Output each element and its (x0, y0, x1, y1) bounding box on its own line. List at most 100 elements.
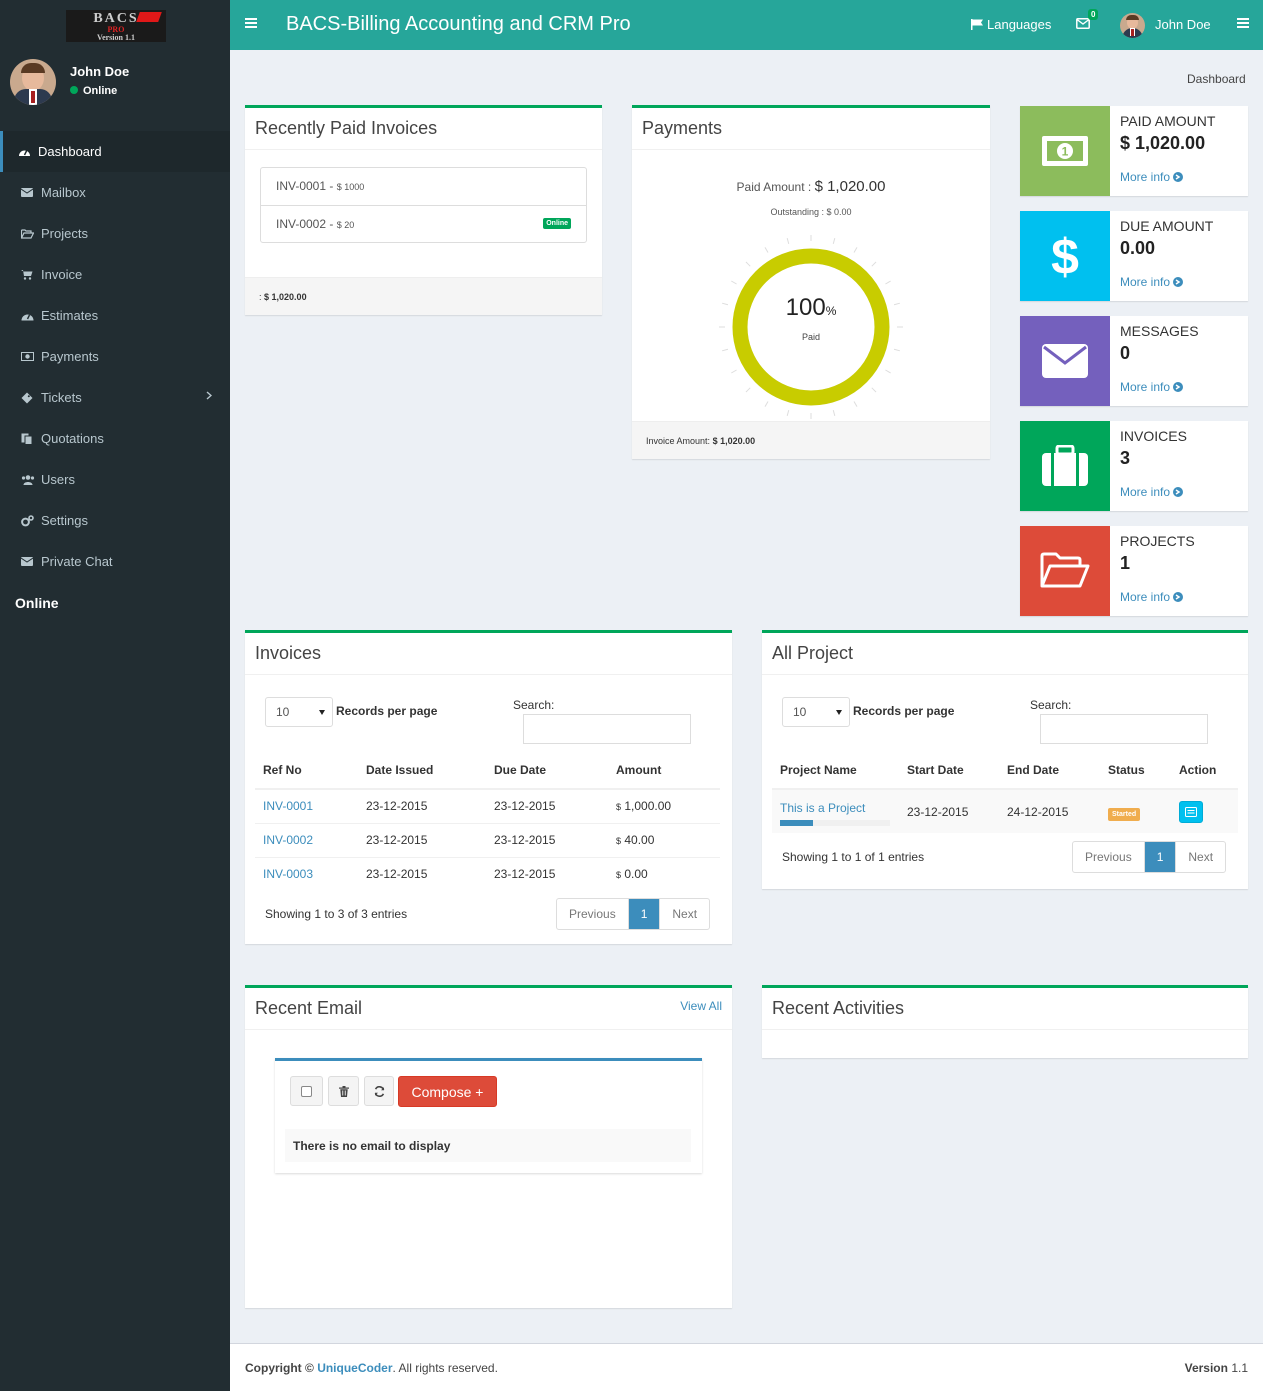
box-title: Payments (632, 108, 990, 150)
avatar (10, 59, 56, 105)
sidebar-item-estimates[interactable]: Estimates (0, 295, 230, 336)
column-header[interactable]: Ref No (255, 751, 358, 790)
invoice-ref-link[interactable]: INV-0002 (263, 833, 313, 847)
delete-button[interactable] (328, 1076, 359, 1106)
recent-email-box: Recent Email View All Compose + There is… (245, 985, 732, 1308)
column-header[interactable]: Date Issued (358, 751, 486, 790)
column-header[interactable]: Amount (608, 751, 720, 790)
recent-activities-box: Recent Activities (762, 985, 1248, 1058)
pagination: Previous 1 Next (1072, 841, 1227, 873)
sidebar-item-quotations[interactable]: Quotations (0, 418, 230, 459)
projects-table: Project Name Start Date End Date Status … (772, 751, 1238, 833)
list-item[interactable]: INV-0001 - $ 1000 (261, 168, 586, 205)
box-title: Recently Paid Invoices (245, 108, 602, 150)
sidebar-item-mailbox[interactable]: Mailbox (0, 172, 230, 213)
empty-mailbox-message: There is no email to display (285, 1129, 691, 1162)
version-info: Version 1.1 (1184, 1361, 1248, 1375)
column-header[interactable]: Action (1171, 751, 1238, 790)
flag-icon (971, 19, 984, 30)
list-item[interactable]: INV-0002 - $ 20 Online (261, 205, 586, 242)
list-alt-icon (1185, 806, 1197, 817)
sidebar-item-tickets[interactable]: Tickets (0, 377, 230, 418)
sidebar-item-payments[interactable]: Payments (0, 336, 230, 377)
search-input[interactable] (1040, 714, 1208, 744)
more-info-link[interactable]: More info (1120, 380, 1184, 394)
arrow-circle-right-icon (1173, 487, 1184, 497)
refresh-button[interactable] (364, 1076, 394, 1106)
compose-button[interactable]: Compose + (398, 1076, 497, 1107)
company-link[interactable]: UniqueCoder (317, 1361, 392, 1375)
box-title: Recent Activities (762, 988, 1248, 1030)
more-info-link[interactable]: More info (1120, 590, 1184, 604)
box-footer: Invoice Amount: $ 1,020.00 (632, 421, 990, 459)
control-sidebar-toggle-icon[interactable] (1237, 18, 1249, 28)
view-all-link[interactable]: View All (680, 999, 722, 1013)
sidebar-item-private-chat[interactable]: Private Chat (0, 541, 230, 582)
sidebar-item-invoice[interactable]: Invoice (0, 254, 230, 295)
more-info-link[interactable]: More info (1120, 485, 1184, 499)
box-footer: : $ 1,020.00 (245, 277, 602, 315)
gauge-tick (731, 280, 737, 285)
payment-gauge (719, 235, 903, 419)
languages-menu[interactable]: Languages (971, 17, 1051, 32)
column-header[interactable]: Due Date (486, 751, 608, 790)
invoice-ref-link[interactable]: INV-0003 (263, 867, 313, 881)
caret-down-icon (319, 710, 325, 715)
search-input[interactable] (523, 714, 691, 744)
sidebar-item-users[interactable]: Users (0, 459, 230, 500)
top-user-name[interactable]: John Doe (1155, 17, 1211, 32)
sidebar-item-projects[interactable]: Projects (0, 213, 230, 254)
records-per-page-select[interactable]: 10 (782, 697, 850, 727)
cart-icon (21, 269, 41, 280)
info-box-paid-amount: 1 PAID AMOUNT $ 1,020.00 More info (1020, 106, 1248, 196)
svg-text:1: 1 (1062, 145, 1069, 159)
user-avatar[interactable] (1120, 13, 1145, 38)
column-header[interactable]: Status (1100, 751, 1171, 790)
table-row: INV-0001 23-12-2015 23-12-2015 $ 1,000.0… (255, 788, 720, 823)
records-per-page-select[interactable]: 10 (265, 697, 333, 727)
project-name-link[interactable]: This is a Project (780, 801, 865, 815)
sidebar: BACS PRO Version 1.1 John Doe Online Das… (0, 0, 230, 1391)
gauge-tick (764, 247, 769, 253)
page-1-button[interactable]: 1 (627, 899, 661, 929)
more-info-link[interactable]: More info (1120, 170, 1184, 184)
select-all-checkbox[interactable] (290, 1076, 323, 1106)
dollar-icon: $ (1020, 211, 1110, 301)
next-page-button[interactable]: Next (660, 899, 709, 929)
sidebar-menu: Dashboard Mailbox Projects Invoice Estim… (0, 131, 230, 582)
outstanding-line: Outstanding : $ 0.00 (770, 207, 852, 217)
sidebar-item-dashboard[interactable]: Dashboard (0, 131, 230, 172)
next-page-button[interactable]: Next (1176, 842, 1225, 872)
mailbox-panel: Compose + There is no email to display (275, 1058, 702, 1173)
status-badge: Started (1108, 807, 1141, 821)
caret-down-icon (836, 710, 842, 715)
messages-envelope-icon[interactable] (1076, 18, 1090, 29)
previous-page-button[interactable]: Previous (1073, 842, 1144, 872)
table-row: INV-0002 23-12-2015 23-12-2015 $ 40.00 (255, 822, 720, 857)
column-header[interactable]: Project Name (772, 751, 899, 790)
column-header[interactable]: End Date (999, 751, 1100, 790)
page-1-button[interactable]: 1 (1143, 842, 1177, 872)
previous-page-button[interactable]: Previous (557, 899, 628, 929)
checkbox-icon (301, 1085, 312, 1097)
box-title: Invoices (245, 633, 732, 675)
app-logo[interactable]: BACS PRO Version 1.1 (66, 10, 166, 42)
gauge-tick (786, 409, 790, 416)
gauge-percent: 100% (785, 294, 837, 321)
dashboard-icon (18, 146, 38, 157)
breadcrumb[interactable]: Dashboard (1187, 72, 1246, 86)
invoices-table: Ref No Date Issued Due Date Amount INV-0… (255, 751, 720, 891)
search-label: Search: (1030, 698, 1072, 712)
sidebar-toggle-icon[interactable] (245, 18, 257, 28)
more-info-link[interactable]: More info (1120, 275, 1184, 289)
gauge-tick (764, 401, 769, 407)
invoice-ref-link[interactable]: INV-0001 (263, 799, 313, 813)
column-header[interactable]: Start Date (899, 751, 999, 790)
money-icon: 1 (1020, 106, 1110, 196)
sidebar-item-settings[interactable]: Settings (0, 500, 230, 541)
view-project-button[interactable] (1179, 800, 1203, 823)
gauge-value-arc (732, 248, 890, 406)
gauge-tick (885, 280, 891, 285)
info-box-messages: MESSAGES 0 More info (1020, 316, 1248, 406)
folder-open-icon (21, 228, 41, 239)
